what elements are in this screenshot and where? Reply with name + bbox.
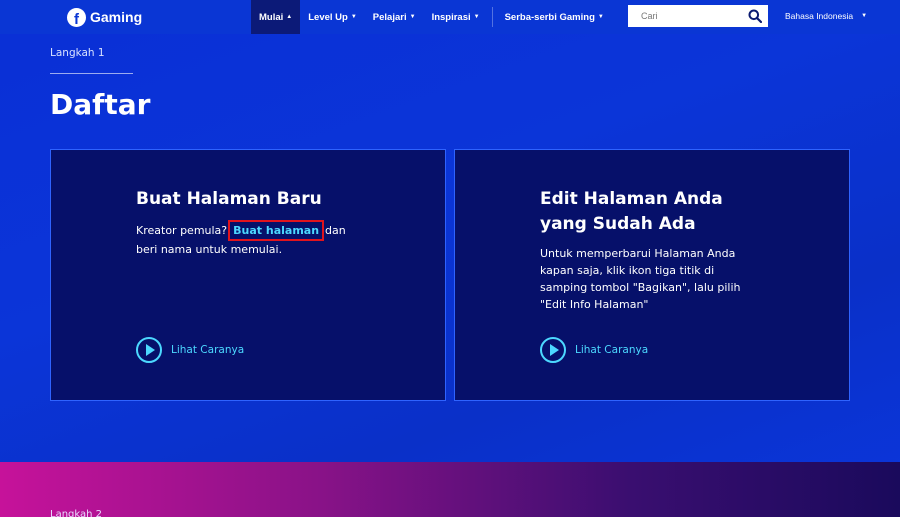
body-text: dan xyxy=(325,224,346,237)
facebook-icon: f xyxy=(67,7,86,27)
menu-divider xyxy=(491,7,493,27)
logo-text: Gaming xyxy=(90,9,143,25)
menu-item-inspirasi[interactable]: Inspirasi ▼ xyxy=(424,0,488,34)
menu-label: Pelajari xyxy=(372,11,407,23)
menu-label: Inspirasi xyxy=(431,11,471,23)
language-label: Bahasa Indonesia xyxy=(785,11,854,21)
menu-label: Level Up xyxy=(308,11,348,23)
title-line: Edit Halaman Anda xyxy=(540,189,723,209)
card-title: Buat Halaman Baru xyxy=(136,189,322,209)
step-label: Langkah 1 xyxy=(50,47,105,59)
page-title: Daftar xyxy=(50,88,151,121)
chevron-down-icon: ▼ xyxy=(409,14,416,20)
watch-how-button[interactable]: Lihat Caranya xyxy=(136,337,244,363)
card-body: Kreator pemula? Buat halaman dan beri nama… xyxy=(136,220,396,258)
search-box xyxy=(628,5,768,27)
card-title: Edit Halaman Anda yang Sudah Ada xyxy=(540,187,723,237)
body-line: "Edit Info Halaman" xyxy=(540,298,649,311)
main-menu: Mulai ▲ Level Up ▼ Pelajari ▼ Inspirasi … xyxy=(251,0,612,34)
facebook-gaming-logo[interactable]: f Gaming xyxy=(67,7,142,27)
menu-label: Mulai xyxy=(259,11,284,23)
watch-how-button[interactable]: Lihat Caranya xyxy=(540,337,648,363)
watch-label: Lihat Caranya xyxy=(575,344,649,356)
step-2-label: Langkah 2 xyxy=(50,509,103,517)
chevron-down-icon: ▼ xyxy=(350,14,357,20)
title-line: yang Sudah Ada xyxy=(540,214,696,234)
body-text: beri nama untuk memulai. xyxy=(136,243,283,256)
menu-item-mulai[interactable]: Mulai ▲ xyxy=(251,0,301,34)
next-section-band xyxy=(0,462,900,517)
body-line: kapan saja, klik ikon tiga titik di xyxy=(540,264,715,277)
body-line: Untuk memperbarui Halaman Anda xyxy=(540,247,736,260)
card-create-page: Buat Halaman Baru Kreator pemula? Buat ha… xyxy=(50,149,446,401)
top-navbar: f Gaming Mulai ▲ Level Up ▼ Pelajari ▼ I… xyxy=(0,0,900,34)
body-line: samping tombol "Bagikan", lalu pilih xyxy=(540,281,741,294)
watch-label: Lihat Caranya xyxy=(171,344,245,356)
chevron-down-icon: ▼ xyxy=(473,14,480,20)
divider xyxy=(50,73,133,74)
language-selector[interactable]: Bahasa Indonesia ▼ xyxy=(785,11,867,21)
card-edit-page: Edit Halaman Anda yang Sudah Ada Untuk m… xyxy=(454,149,850,401)
search-icon[interactable] xyxy=(748,9,762,23)
menu-item-pelajari[interactable]: Pelajari ▼ xyxy=(365,0,424,34)
menu-item-serba-serbi-gaming[interactable]: Serba-serbi Gaming ▼ xyxy=(497,0,612,34)
chevron-up-icon: ▲ xyxy=(286,14,293,20)
menu-label: Serba-serbi Gaming xyxy=(504,11,595,23)
card-body: Untuk memperbarui Halaman Anda kapan saj… xyxy=(540,245,800,313)
chevron-down-icon: ▼ xyxy=(597,14,604,20)
create-page-link[interactable]: Buat halaman xyxy=(228,220,325,241)
chevron-down-icon: ▼ xyxy=(861,13,868,19)
body-text: Kreator pemula? xyxy=(136,224,228,237)
menu-item-level-up[interactable]: Level Up ▼ xyxy=(300,0,365,34)
play-icon xyxy=(136,337,162,363)
play-icon xyxy=(540,337,566,363)
search-input[interactable] xyxy=(641,11,746,21)
